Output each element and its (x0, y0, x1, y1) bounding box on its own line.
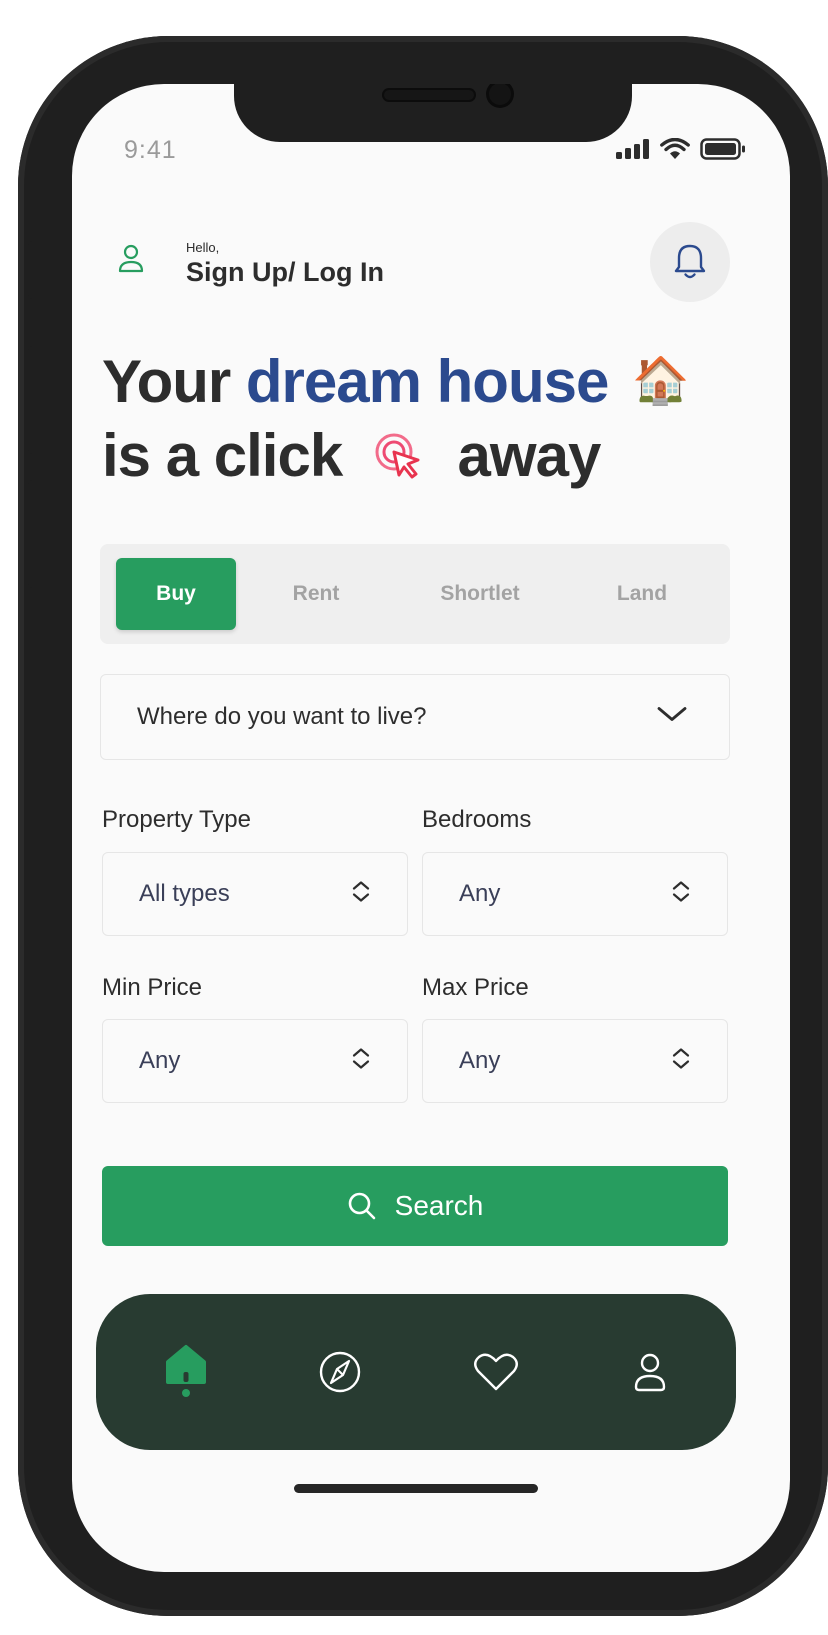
screen: 9:41 Hello, Sign Up/ Log In Your dream h… (72, 84, 790, 1572)
chevron-down-icon (657, 707, 687, 728)
tab-rent[interactable]: Rent (256, 558, 376, 630)
user-icon[interactable] (118, 244, 144, 279)
tab-land[interactable]: Land (582, 558, 702, 630)
property-type-label: Property Type (102, 806, 251, 833)
speaker-grille (384, 90, 474, 100)
min-price-label: Min Price (102, 974, 203, 1001)
bedrooms-value: Any (459, 880, 501, 907)
signal-icon (616, 139, 649, 159)
home-indicator[interactable] (294, 1484, 538, 1493)
hero-line-1: Your dream house 🏠 (102, 346, 762, 420)
hero-text-dream-house: dream house (245, 348, 609, 415)
home-icon (166, 1345, 206, 1397)
silent-switch (28, 241, 38, 299)
nav-profile[interactable] (620, 1342, 680, 1402)
property-type-value: All types (139, 880, 230, 907)
house-emoji: 🏠 (632, 354, 689, 406)
location-placeholder: Where do you want to live? (137, 703, 427, 730)
min-price-value: Any (139, 1047, 181, 1074)
battery-icon (700, 138, 745, 160)
hero-line-2: is a click away (102, 420, 762, 494)
chevron-up-down-icon (351, 880, 371, 909)
search-button-label: Search (394, 1190, 484, 1221)
cursor-click-icon (374, 426, 424, 479)
max-price-label: Max Price (422, 974, 529, 1001)
bottom-navigation (96, 1294, 736, 1450)
property-type-select[interactable]: All types (102, 852, 408, 936)
wifi-icon (660, 138, 690, 159)
sign-up-login-link[interactable]: Sign Up/ Log In (186, 257, 384, 288)
location-select[interactable]: Where do you want to live? (100, 674, 730, 760)
max-price-value: Any (459, 1047, 501, 1074)
bedrooms-label: Bedrooms (422, 806, 532, 833)
volume-up-button (28, 346, 38, 454)
nav-explore[interactable] (310, 1342, 370, 1402)
nav-home[interactable] (156, 1342, 216, 1402)
min-price-select[interactable]: Any (102, 1019, 408, 1103)
volume-down-button (28, 480, 38, 588)
tab-shortlet[interactable]: Shortlet (410, 558, 550, 630)
notification-button[interactable] (650, 222, 730, 302)
status-time: 9:41 (124, 136, 177, 164)
phone-frame: 9:41 Hello, Sign Up/ Log In Your dream h… (18, 36, 828, 1616)
listing-type-tabs: Buy Rent Shortlet Land (100, 544, 730, 644)
notch (234, 84, 632, 142)
greeting-text: Hello, (186, 240, 220, 255)
bell-icon (674, 244, 706, 279)
chevron-up-down-icon (671, 880, 691, 909)
front-camera (489, 84, 511, 105)
hero-text-away: away (457, 422, 602, 489)
search-icon (348, 1192, 375, 1220)
heart-icon (474, 1353, 518, 1391)
search-button[interactable]: Search (102, 1166, 728, 1246)
compass-icon (319, 1351, 361, 1393)
hero-text-your: Your (102, 348, 246, 415)
profile-icon (634, 1353, 666, 1392)
chevron-up-down-icon (351, 1047, 371, 1076)
hero-text-is-a-click: is a click (102, 422, 343, 489)
hero-headline: Your dream house 🏠 is a click away (102, 346, 762, 494)
max-price-select[interactable]: Any (422, 1019, 728, 1103)
bedrooms-select[interactable]: Any (422, 852, 728, 936)
chevron-up-down-icon (671, 1047, 691, 1076)
status-icons (616, 138, 746, 160)
nav-favorites[interactable] (466, 1342, 526, 1402)
tab-buy[interactable]: Buy (116, 558, 236, 630)
